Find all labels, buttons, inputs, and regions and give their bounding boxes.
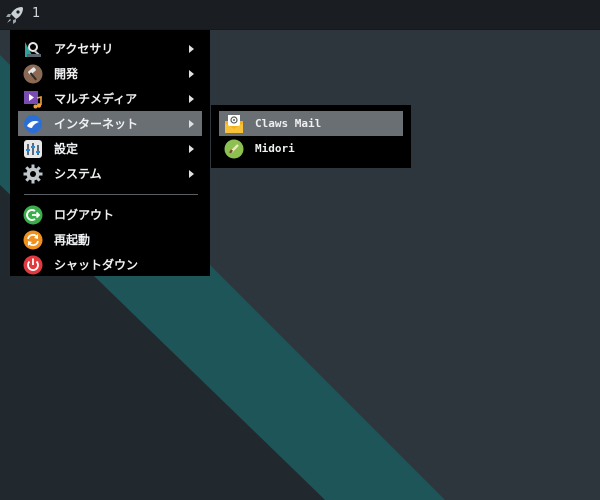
menu-item-settings[interactable]: 設定: [18, 136, 202, 161]
logout-icon: [23, 205, 43, 225]
menu-item-label: シャットダウン: [54, 258, 139, 272]
menu-item-shutdown[interactable]: シャットダウン: [18, 252, 202, 277]
menu-item-logout[interactable]: ログアウト: [18, 202, 202, 227]
menu-item-label: 設定: [54, 142, 79, 156]
submenu-arrow-icon: [189, 70, 194, 78]
application-menu: アクセサリ 開発 マルチメディア インターネット 設定 システム ログアウト 再…: [10, 30, 210, 276]
workspace-number[interactable]: 1: [32, 6, 40, 21]
submenu-item-label: Midori: [255, 142, 295, 155]
menu-item-multimedia[interactable]: マルチメディア: [18, 86, 202, 111]
menu-item-label: アクセサリ: [54, 42, 114, 56]
menu-item-label: ログアウト: [54, 208, 115, 222]
menu-item-label: 開発: [54, 67, 79, 81]
internet-submenu: Claws Mail Midori: [211, 105, 411, 168]
reboot-icon: [23, 230, 43, 250]
submenu-arrow-icon: [189, 170, 194, 178]
menu-item-development[interactable]: 開発: [18, 61, 202, 86]
internet-globe-icon: [23, 114, 43, 134]
submenu-arrow-icon: [189, 45, 194, 53]
submenu-item-label: Claws Mail: [255, 117, 322, 130]
submenu-arrow-icon: [189, 145, 194, 153]
rocket-icon[interactable]: [4, 4, 26, 26]
menu-item-label: 再起動: [54, 233, 91, 247]
menu-item-label: マルチメディア: [54, 92, 138, 106]
menu-item-system[interactable]: システム: [18, 161, 202, 186]
submenu-item-claws-mail[interactable]: Claws Mail: [219, 111, 403, 136]
settings-icon: [23, 139, 43, 159]
development-hammer-icon: [23, 64, 43, 84]
menu-item-reboot[interactable]: 再起動: [18, 227, 202, 252]
submenu-item-midori[interactable]: Midori: [219, 136, 403, 161]
menu-separator: [24, 194, 198, 195]
top-panel: 1: [0, 0, 600, 30]
accessories-icon: [23, 39, 43, 59]
menu-item-internet[interactable]: インターネット: [18, 111, 202, 136]
power-icon: [23, 255, 43, 275]
mail-envelope-icon: [224, 114, 244, 134]
system-gear-icon: [23, 164, 43, 184]
multimedia-icon: [23, 89, 43, 109]
midori-browser-icon: [224, 139, 244, 159]
submenu-arrow-icon: [189, 95, 194, 103]
menu-item-accessories[interactable]: アクセサリ: [18, 36, 202, 61]
menu-item-label: システム: [54, 167, 102, 181]
menu-item-label: インターネット: [54, 117, 139, 131]
submenu-arrow-icon: [189, 120, 194, 128]
